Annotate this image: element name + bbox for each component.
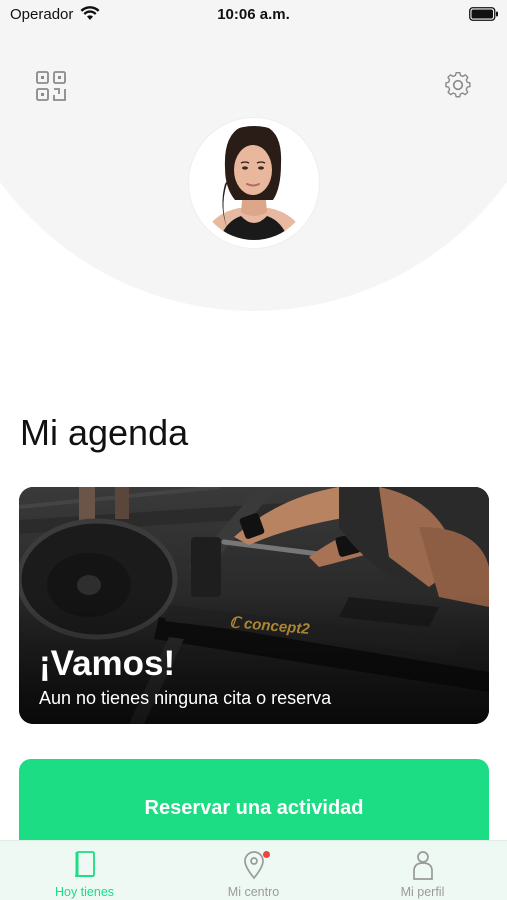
tab-label: Hoy tienes (54, 885, 115, 899)
home-screen: Operador 10:06 a.m. Mi agenda ¡Vamos! Au… (0, 0, 507, 900)
tab-label: Mi centro (227, 885, 280, 899)
settings-button[interactable] (441, 68, 475, 102)
qr-code-icon (36, 71, 66, 101)
empty-agenda-card: ℂ concept2 ¡Vamos! Aun no tienes ninguna… (19, 487, 489, 724)
promo-subtitle: Aun no tienes ninguna cita o reserva (39, 688, 332, 708)
notification-dot (263, 851, 270, 858)
person-icon (413, 851, 433, 880)
tab-bar: Hoy tienes Mi centro Mi perfil (0, 840, 507, 900)
status-bar: Operador 10:06 a.m. (0, 0, 507, 28)
profile-avatar[interactable] (189, 118, 319, 248)
tab-mi-perfil[interactable]: Mi perfil (338, 841, 507, 900)
book-icon (75, 851, 95, 877)
gear-icon (445, 71, 471, 98)
status-time: 10:06 a.m. (217, 6, 290, 23)
promo-title: ¡Vamos! (39, 644, 176, 683)
tab-mi-centro[interactable]: Mi centro (169, 841, 338, 900)
avatar-photo (196, 125, 312, 241)
tab-label: Mi perfil (400, 885, 445, 899)
tab-hoy-tienes[interactable]: Hoy tienes (0, 841, 169, 900)
agenda-title: Mi agenda (20, 412, 189, 453)
battery-icon (469, 7, 498, 21)
qr-code-button[interactable] (34, 69, 68, 103)
